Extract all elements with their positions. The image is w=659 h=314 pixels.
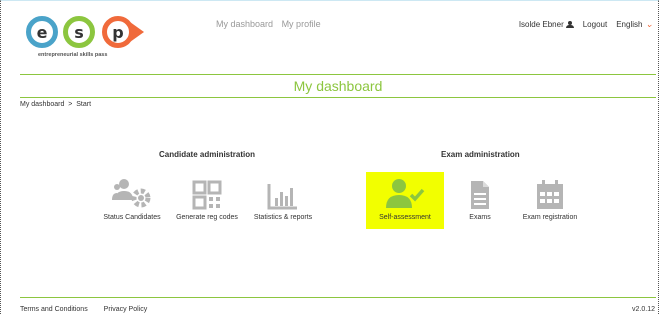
logo-tagline: entrepreneurial skills pass bbox=[38, 52, 108, 58]
user-check-icon bbox=[366, 174, 444, 210]
users-gear-icon bbox=[101, 174, 163, 210]
footer: Terms and Conditions Privacy Policy bbox=[20, 306, 161, 313]
logo-letter-s: s bbox=[63, 16, 95, 48]
generate-reg-codes-label: Generate reg codes bbox=[176, 214, 238, 221]
privacy-link[interactable]: Privacy Policy bbox=[104, 306, 148, 313]
logo-arrow-icon bbox=[130, 22, 144, 42]
statistics-reports-label: Statistics & reports bbox=[253, 214, 313, 221]
user-icon bbox=[565, 21, 574, 28]
logout-link[interactable]: Logout bbox=[583, 20, 607, 29]
calendar-icon bbox=[512, 174, 588, 210]
exam-admin-title: Exam administration bbox=[441, 150, 520, 159]
exam-registration-label: Exam registration bbox=[522, 214, 578, 221]
chevron-down-icon[interactable]: ⌄ bbox=[645, 19, 653, 30]
top-navigation: My dashboard My profile bbox=[216, 19, 327, 29]
document-icon bbox=[460, 174, 500, 210]
nav-my-dashboard[interactable]: My dashboard bbox=[216, 19, 273, 29]
status-candidates-tile[interactable]: Status Candidates bbox=[101, 174, 163, 221]
breadcrumb: My dashboard > Start bbox=[20, 101, 92, 108]
statistics-reports-tile[interactable]: Statistics & reports bbox=[248, 174, 318, 221]
logo-letter-e: e bbox=[26, 16, 58, 48]
nav-my-profile[interactable]: My profile bbox=[282, 19, 321, 29]
version-label: v2.0.12 bbox=[632, 306, 655, 313]
esp-logo[interactable]: e s p entrepreneurial skills pass bbox=[26, 16, 156, 60]
header: e s p entrepreneurial skills pass My das… bbox=[0, 0, 659, 64]
status-candidates-label: Status Candidates bbox=[103, 214, 161, 221]
exams-label: Exams bbox=[469, 214, 491, 221]
self-assessment-label: Self-assessment bbox=[379, 214, 431, 221]
qr-code-icon bbox=[174, 174, 240, 210]
terms-link[interactable]: Terms and Conditions bbox=[20, 306, 88, 313]
self-assessment-tile[interactable]: Self-assessment bbox=[366, 174, 444, 221]
page-title: My dashboard bbox=[20, 74, 656, 98]
user-bar: Isolde Ebner Logout English ⌄ bbox=[510, 19, 653, 30]
bar-chart-icon bbox=[248, 174, 318, 210]
generate-reg-codes-tile[interactable]: Generate reg codes bbox=[174, 174, 240, 221]
exams-tile[interactable]: Exams bbox=[460, 174, 500, 221]
footer-divider bbox=[20, 297, 656, 298]
exam-registration-tile[interactable]: Exam registration bbox=[512, 174, 588, 221]
candidate-admin-title: Candidate administration bbox=[159, 150, 256, 159]
language-select[interactable]: English bbox=[616, 20, 642, 29]
user-name[interactable]: Isolde Ebner bbox=[519, 20, 564, 29]
